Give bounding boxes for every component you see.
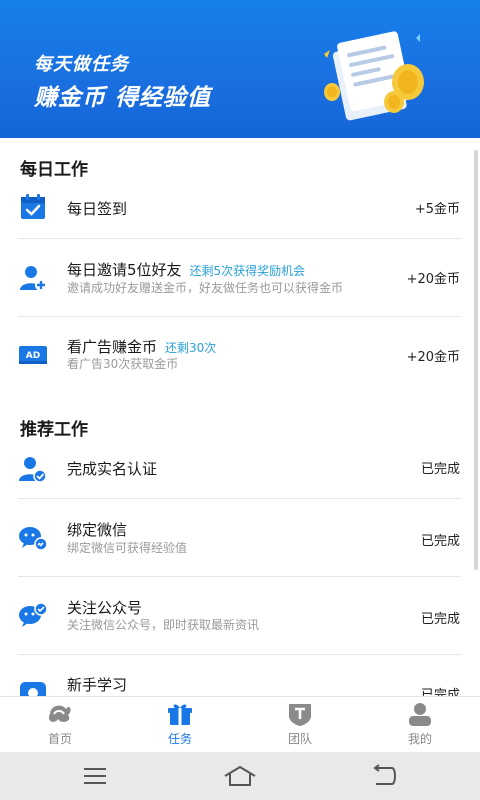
task-item-beginner-learning[interactable]: 新手学习 已完成 (0, 664, 474, 696)
task-title: 每日签到 (67, 200, 128, 218)
section-title-recommended: 推荐工作 (20, 420, 88, 440)
task-reward: +20金币 (406, 272, 460, 287)
task-hint: 还剩30次 (165, 341, 217, 355)
task-status: 已完成 (420, 688, 460, 696)
section-title-daily: 每日工作 (20, 160, 88, 180)
task-title-text: 每日邀请5位好友 (67, 261, 182, 279)
divider (18, 576, 461, 577)
wechat-link-icon (19, 527, 48, 551)
tab-label: 首页 (47, 732, 72, 746)
task-hint: 还剩5次获得奖励机会 (189, 264, 306, 278)
task-status: 已完成 (420, 462, 460, 477)
task-title: 每日邀请5位好友 还剩5次获得奖励机会 (67, 259, 305, 280)
divider (18, 498, 461, 499)
task-description: 关注微信公众号，即时获取最新资讯 (67, 618, 260, 632)
scrollbar[interactable] (474, 150, 478, 570)
banner-subheadline: 赚金币 得经验值 (34, 85, 212, 111)
tab-label: 任务 (167, 732, 192, 746)
task-item-real-name-auth[interactable]: 完成实名认证 已完成 (0, 448, 474, 498)
tab-tasks[interactable]: 任务 (140, 701, 220, 747)
add-user-icon (20, 266, 47, 291)
task-item-checkin[interactable]: 每日签到 +5金币 (0, 188, 474, 238)
task-item-follow-official-account[interactable]: 关注公众号 关注微信公众号，即时获取最新资讯 已完成 (0, 586, 474, 652)
task-item-invite-friends[interactable]: 每日邀请5位好友 还剩5次获得奖励机会 邀请成功好友赠送金币，好友做任务也可以获得… (0, 248, 474, 314)
wechat-follow-icon (19, 602, 48, 627)
task-item-bind-wechat[interactable]: 绑定微信 绑定微信可获得经验值 已完成 (0, 508, 474, 574)
task-title: 新手学习 (67, 676, 128, 694)
system-nav-bar (0, 752, 480, 800)
banner-headline: 每天做任务 (34, 54, 129, 75)
task-title: 绑定微信 (67, 521, 128, 539)
task-reward: +20金币 (406, 350, 460, 365)
task-description: 绑定微信可获得经验值 (67, 541, 188, 555)
calendar-check-icon (21, 194, 45, 219)
task-status: 已完成 (420, 534, 460, 549)
home-nav-icon[interactable] (220, 764, 260, 788)
back-icon[interactable] (364, 764, 404, 788)
task-description: 邀请成功好友赠送金币，好友做任务也可以获得金币 (67, 281, 344, 295)
svg-text:AD: AD (26, 351, 40, 361)
profile-icon (409, 703, 431, 726)
tab-home[interactable]: 首页 (20, 701, 100, 747)
tab-team[interactable]: 团队 (260, 701, 340, 747)
tab-profile[interactable]: 我的 (380, 701, 460, 747)
task-banner: 每天做任务 赚金币 得经验值 (0, 0, 480, 138)
home-icon (48, 705, 71, 722)
task-reward: +5金币 (414, 202, 460, 217)
divider (18, 654, 461, 655)
menu-icon[interactable] (75, 764, 115, 788)
tab-label: 我的 (407, 732, 432, 746)
document-coins-illustration (324, 31, 424, 121)
task-item-watch-ads[interactable]: AD 看广告赚金币 还剩30次 看广告30次获取金币 +20金币 (0, 326, 474, 388)
divider (18, 316, 461, 317)
task-title-text: 看广告赚金币 (67, 338, 158, 356)
task-status: 已完成 (420, 612, 460, 627)
bottom-tab-bar: 首页 任务 团队 我的 (0, 696, 480, 752)
gift-icon (168, 704, 192, 725)
task-title: 关注公众号 (67, 599, 143, 617)
tab-label: 团队 (287, 732, 312, 746)
team-shield-icon (289, 704, 311, 726)
ad-icon: AD (19, 346, 47, 364)
verified-user-icon (19, 457, 47, 483)
task-title: 看广告赚金币 还剩30次 (67, 336, 216, 357)
learning-icon (20, 682, 46, 696)
task-title: 完成实名认证 (67, 460, 158, 478)
task-description: 看广告30次获取金币 (67, 357, 179, 371)
divider (18, 238, 461, 239)
